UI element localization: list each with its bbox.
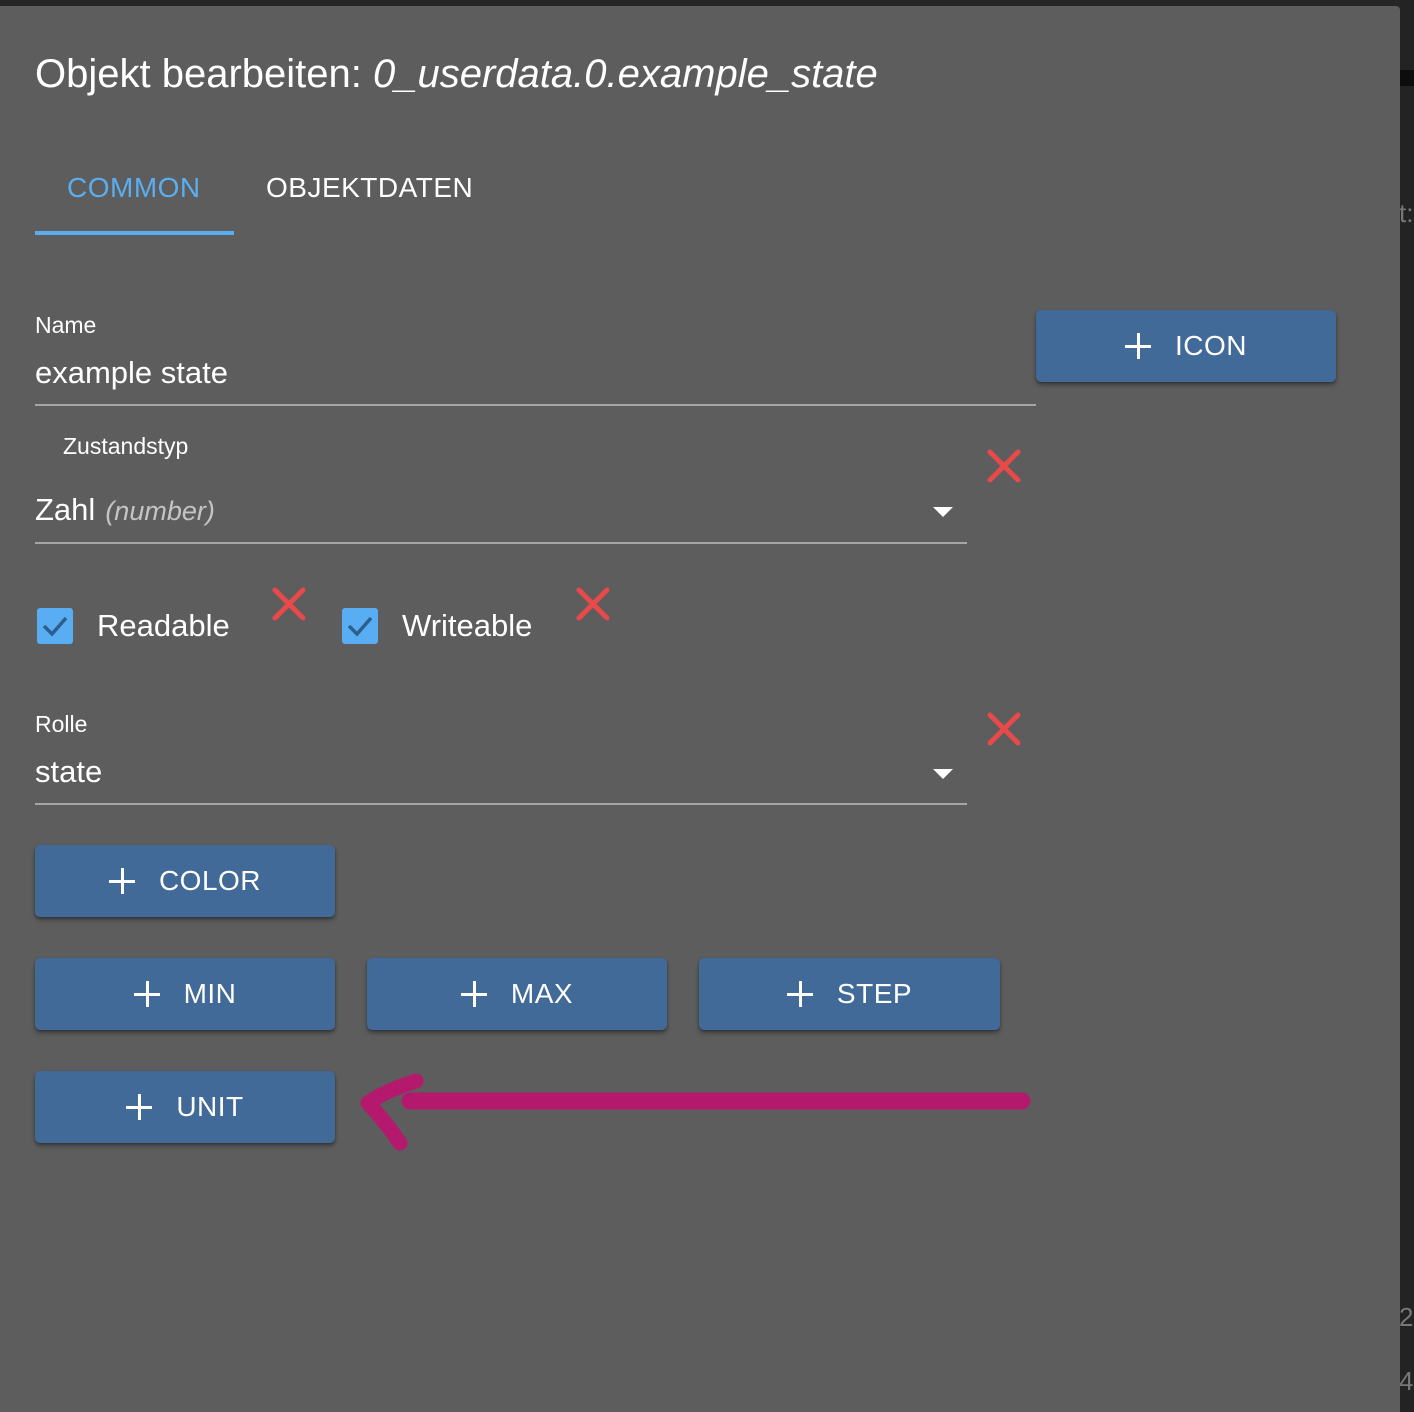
background-text-fragment: 4 <box>1399 1366 1414 1396</box>
name-field-label: Name <box>35 312 97 338</box>
type-select-value: Zahl <box>35 492 96 527</box>
plus-icon <box>126 1094 153 1120</box>
delete-role-button[interactable] <box>984 709 1024 749</box>
close-icon <box>987 712 1021 746</box>
delete-readable-button[interactable] <box>269 584 309 624</box>
background-text-fragment: 2 <box>1399 1302 1414 1332</box>
add-unit-button[interactable]: UNIT <box>35 1071 335 1143</box>
add-min-button[interactable]: MIN <box>35 958 335 1030</box>
role-field-label: Rolle <box>35 711 88 737</box>
add-step-button[interactable]: STEP <box>699 958 1000 1030</box>
add-icon-button-label: ICON <box>1175 330 1247 361</box>
readable-label: Readable <box>97 608 230 643</box>
object-id: 0_userdata.0.example_state <box>373 52 878 96</box>
add-min-button-label: MIN <box>183 978 237 1009</box>
plus-icon <box>108 868 135 894</box>
close-icon <box>272 587 306 621</box>
type-select-hint: (number) <box>105 496 215 526</box>
writeable-checkbox[interactable] <box>342 608 378 644</box>
type-select-underline <box>35 542 967 544</box>
caret-down-icon[interactable] <box>933 769 953 779</box>
add-unit-button-label: UNIT <box>176 1091 244 1122</box>
delete-type-button[interactable] <box>984 446 1024 486</box>
add-icon-button[interactable]: ICON <box>1036 310 1336 382</box>
type-field-label: Zustandstyp <box>63 433 189 459</box>
add-max-button-label: MAX <box>510 978 574 1009</box>
writeable-label: Writeable <box>402 608 533 643</box>
delete-writeable-button[interactable] <box>573 584 613 624</box>
readable-checkbox[interactable] <box>37 608 73 644</box>
active-tab-indicator <box>35 231 234 235</box>
add-color-button[interactable]: COLOR <box>35 845 335 917</box>
dialog-title-prefix: Objekt bearbeiten: <box>35 52 373 96</box>
dialog-title: Objekt bearbeiten: 0_userdata.0.example_… <box>35 50 878 98</box>
check-icon <box>347 616 373 637</box>
check-icon <box>42 616 68 637</box>
close-icon <box>987 449 1021 483</box>
tab-objektdaten[interactable]: OBJEKTDATEN <box>266 170 473 206</box>
add-max-button[interactable]: MAX <box>367 958 667 1030</box>
tab-common[interactable]: COMMON <box>67 170 201 206</box>
add-color-button-label: COLOR <box>158 865 262 896</box>
role-select-value: state <box>35 754 103 789</box>
plus-icon <box>460 981 487 1007</box>
name-input[interactable] <box>35 353 1025 393</box>
type-select[interactable]: Zahl (number) <box>35 490 215 531</box>
add-step-button-label: STEP <box>836 978 913 1009</box>
close-icon <box>576 587 610 621</box>
annotation-arrow <box>360 1073 1031 1151</box>
edit-object-dialog: Objekt bearbeiten: 0_userdata.0.example_… <box>0 6 1400 1412</box>
name-input-underline <box>35 404 1036 406</box>
role-select-underline <box>35 803 967 805</box>
plus-icon <box>786 981 813 1007</box>
caret-down-icon[interactable] <box>933 507 953 517</box>
role-select[interactable]: state <box>35 752 102 792</box>
background-bar <box>1400 70 1414 86</box>
plus-icon <box>1125 333 1151 359</box>
plus-icon <box>133 981 160 1007</box>
background-text-fragment: t: <box>1399 198 1414 228</box>
